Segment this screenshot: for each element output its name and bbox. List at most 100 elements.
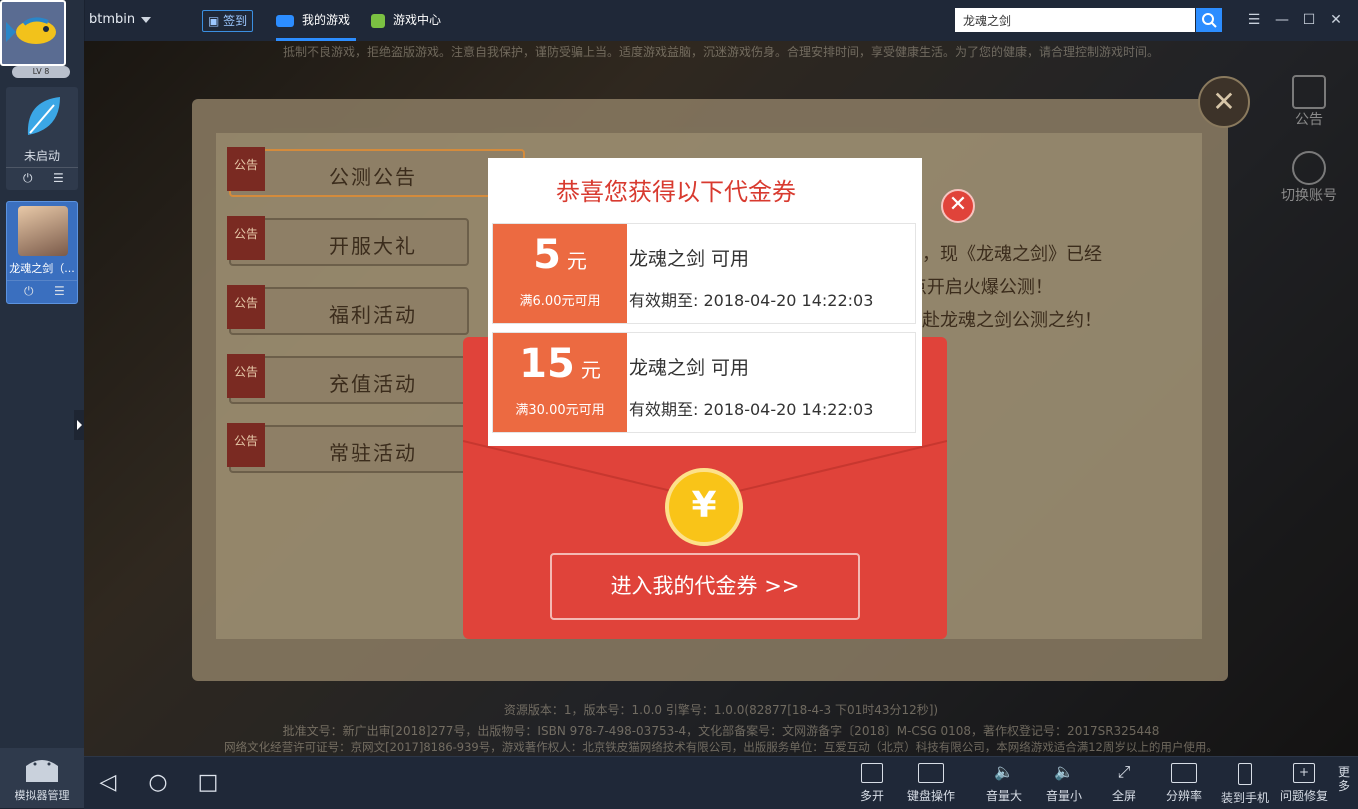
home-icon[interactable]: ○ <box>146 771 170 795</box>
amount-unit: 元 <box>566 249 587 273</box>
android-icon <box>26 760 58 782</box>
close-panel-button[interactable]: ✕ <box>1198 76 1250 128</box>
install-to-phone-button[interactable]: 装到手机 <box>1219 763 1271 806</box>
sidebar: LV 8 未启动 ⏻ ☰ 龙魂之剑（... ⏻ ☰ 模拟器管理 <box>0 0 85 808</box>
amount-unit: 元 <box>580 358 601 382</box>
search-input[interactable] <box>955 8 1195 32</box>
coupon-validity: 有效期至: 2018-04-20 14:22:03 <box>629 291 874 310</box>
calendar-icon: ▣ <box>208 14 224 28</box>
checkin-button[interactable]: ▣ 签到 <box>202 10 254 32</box>
emulator-manager-button[interactable]: 模拟器管理 <box>0 748 84 808</box>
coupon-name: 龙魂之剑 可用 <box>629 357 750 379</box>
app-controls: ⏻ ☰ <box>6 167 78 190</box>
volume-up-button[interactable]: 🔈 音量大 <box>984 763 1024 804</box>
version-info: 资源版本：1，版本号：1.0.0 引擎号：1.0.0(82877[18-4-3 … <box>503 703 939 717</box>
volume-down-icon: 🔈 <box>1054 762 1074 781</box>
keyboard-icon <box>918 763 944 783</box>
maximize-icon[interactable]: ☐ <box>1300 11 1318 29</box>
title-bar: btmbin ▣ 签到 我的游戏 游戏中心 ☰ — ☐ ✕ <box>0 0 1358 42</box>
chevron-down-icon <box>141 16 152 23</box>
tab-my-games[interactable]: 我的游戏 <box>276 0 356 41</box>
close-icon: ✕ <box>1212 85 1236 118</box>
avatar[interactable] <box>0 0 66 66</box>
tool-label: 音量小 <box>1045 789 1082 803</box>
menu-icon[interactable]: ☰ <box>1245 11 1263 29</box>
menu-item-recharge[interactable]: 公告 充值活动 <box>227 354 469 404</box>
resolution-button[interactable]: 分辨率 <box>1164 763 1204 804</box>
keyboard-button[interactable]: 键盘操作 <box>906 763 956 804</box>
tab-label: 我的游戏 <box>302 13 351 27</box>
coupon-amount: 15 元 <box>493 341 627 387</box>
game-avatar-icon <box>18 206 68 256</box>
coupon-condition: 满6.00元可用 <box>519 294 601 309</box>
gamepad-icon <box>276 14 294 27</box>
tab-game-center[interactable]: 游戏中心 <box>371 0 461 41</box>
notice-tag: 公告 <box>227 216 265 260</box>
phone-icon <box>1238 763 1252 785</box>
tool-label: 键盘操作 <box>906 789 955 803</box>
multi-instance-button[interactable]: 多开 <box>856 763 888 804</box>
resolution-icon <box>1171 763 1197 783</box>
coupon-amount-block: 5元 满6.00元可用 <box>493 224 627 323</box>
app-label: 未启动 <box>23 149 60 163</box>
coupon-card[interactable]: 15 元 满30.00元可用 龙魂之剑 可用 有效期至: 2018-04-20 1… <box>492 332 916 433</box>
tool-label: 分辨率 <box>1165 789 1202 803</box>
tool-label: 切换账号 <box>1281 188 1337 204</box>
coupon-amount-block: 15 元 满30.00元可用 <box>493 333 627 432</box>
tab-label: 游戏中心 <box>393 13 442 27</box>
recent-apps-icon[interactable]: □ <box>196 771 220 795</box>
tool-label: 全屏 <box>1111 789 1136 803</box>
menu-item-public-test[interactable]: 公告 公测公告 <box>227 147 525 197</box>
menu-label: 福利活动 <box>329 303 417 327</box>
multi-window-icon <box>861 763 883 783</box>
coupon-name: 龙魂之剑 可用 <box>629 248 750 270</box>
notice-tag: 公告 <box>227 285 265 329</box>
chevron-right-icon <box>77 420 82 430</box>
fullscreen-icon: ⤢ <box>1117 762 1131 781</box>
username: btmbin <box>89 12 136 27</box>
enter-my-coupons-button[interactable]: 进入我的代金券 >> <box>550 553 860 620</box>
tool-label: 装到手机 <box>1220 791 1269 805</box>
fullscreen-button[interactable]: ⤢ 全屏 <box>1110 763 1138 804</box>
minimize-icon[interactable]: — <box>1273 11 1291 29</box>
back-icon[interactable]: ◁ <box>96 771 120 795</box>
popup-title: 恭喜您获得以下代金券 <box>556 178 796 206</box>
notice-tag: 公告 <box>227 147 265 191</box>
menu-item-open-gift[interactable]: 公告 开服大礼 <box>227 216 469 266</box>
coupon-card[interactable]: 5元 满6.00元可用 龙魂之剑 可用 有效期至: 2018-04-20 14:… <box>492 223 916 324</box>
list-icon[interactable]: ☰ <box>54 284 65 298</box>
health-notice: 抵制不良游戏，拒绝盗版游戏。注意自我保护，谨防受骗上当。适度游戏益脑，沉迷游戏伤… <box>282 45 1159 59</box>
notice-tool[interactable]: 公告 <box>1274 75 1344 129</box>
close-icon[interactable]: ✕ <box>1327 11 1345 29</box>
menu-label: 常驻活动 <box>329 441 417 465</box>
cube-icon <box>371 13 385 28</box>
search-icon <box>1202 13 1217 28</box>
license-info: 批准文号：新广出审[2018]277号，出版物号：ISBN 978-7-498-… <box>282 724 1160 738</box>
app-card-not-started[interactable]: 未启动 ⏻ ☰ <box>6 87 78 190</box>
power-icon[interactable]: ⏻ <box>23 171 33 186</box>
search-button[interactable] <box>1196 8 1222 32</box>
leaf-icon <box>27 97 60 135</box>
user-menu[interactable]: btmbin <box>89 12 152 27</box>
menu-item-regular[interactable]: 公告 常驻活动 <box>227 423 469 473</box>
sidebar-toggle[interactable] <box>74 410 84 440</box>
list-icon[interactable]: ☰ <box>53 171 64 185</box>
app-card-game[interactable]: 龙魂之剑（... ⏻ ☰ <box>6 201 78 304</box>
close-popup-button[interactable]: ✕ <box>941 189 975 223</box>
more-button[interactable]: 更多 <box>1338 765 1352 793</box>
menu-item-welfare[interactable]: 公告 福利活动 <box>227 285 469 335</box>
amount-value: 15 <box>519 341 575 387</box>
emulator-manager-label: 模拟器管理 <box>14 789 70 802</box>
notice-tag: 公告 <box>227 354 265 398</box>
notice-board-icon <box>1292 75 1326 109</box>
fix-problem-button[interactable]: + 问题修复 <box>1278 763 1330 804</box>
coupon-condition: 满30.00元可用 <box>515 403 605 418</box>
user-switch-icon <box>1292 151 1326 185</box>
switch-account-tool[interactable]: 切换账号 <box>1274 151 1344 205</box>
notice-tag: 公告 <box>227 423 265 467</box>
yen-coin-icon: ¥ <box>665 468 743 546</box>
power-icon[interactable]: ⏻ <box>24 284 34 299</box>
checkin-label: 签到 <box>223 14 248 28</box>
volume-down-button[interactable]: 🔈 音量小 <box>1044 763 1084 804</box>
app-controls: ⏻ ☰ <box>7 280 77 303</box>
